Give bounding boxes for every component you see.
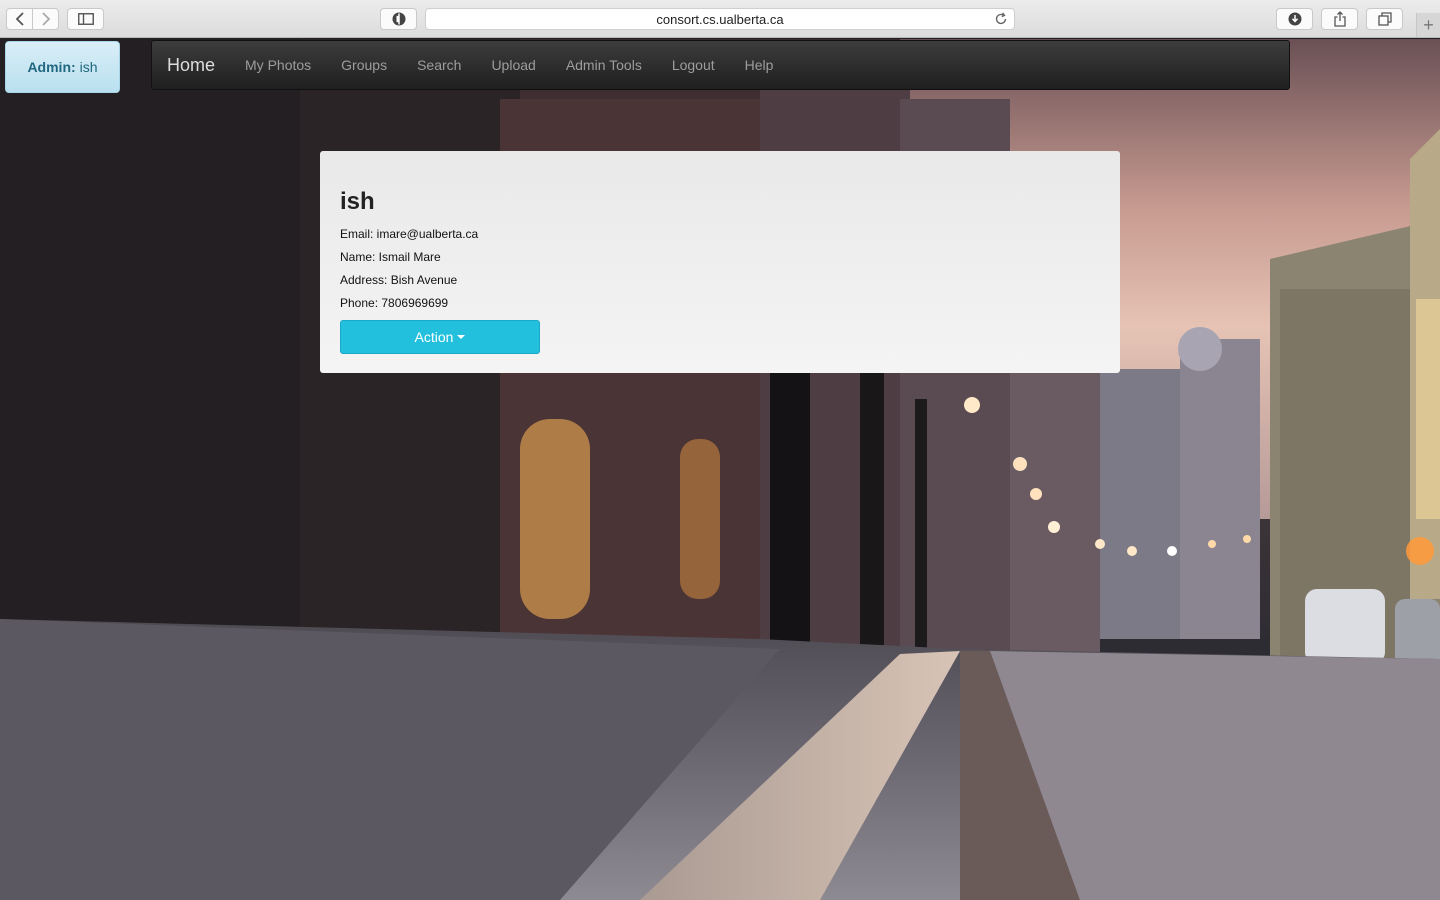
admin-username: ish xyxy=(79,59,98,75)
back-button[interactable] xyxy=(6,8,33,30)
main-navbar: Home My Photos Groups Search Upload Admi… xyxy=(151,40,1290,90)
downloads-button[interactable] xyxy=(1276,8,1313,30)
nav-link-help[interactable]: Help xyxy=(730,57,789,73)
nav-link-search[interactable]: Search xyxy=(402,57,476,73)
url-text: consort.cs.ualberta.ca xyxy=(656,11,784,27)
profile-panel: ish Email: imare@ualberta.ca Name: Ismai… xyxy=(320,151,1120,373)
browser-toolbar: consort.cs.ualberta.ca + xyxy=(0,0,1440,38)
address-bar[interactable]: consort.cs.ualberta.ca xyxy=(425,8,1015,30)
action-label: Action xyxy=(414,329,454,345)
share-icon xyxy=(1333,11,1346,27)
forward-button[interactable] xyxy=(32,8,59,30)
admin-label: Admin: xyxy=(27,59,76,75)
nav-link-logout[interactable]: Logout xyxy=(657,57,730,73)
plus-icon: + xyxy=(1423,14,1434,35)
share-button[interactable] xyxy=(1321,8,1358,30)
profile-address: Address: Bish Avenue xyxy=(340,273,458,287)
reload-icon[interactable] xyxy=(994,12,1008,26)
profile-username: ish xyxy=(340,188,375,215)
action-dropdown-button[interactable]: Action xyxy=(340,320,540,354)
sidebar-toggle-button[interactable] xyxy=(67,8,104,30)
profile-email: Email: imare@ualberta.ca xyxy=(340,227,479,241)
show-tabs-button[interactable] xyxy=(1366,8,1403,30)
privacy-button[interactable] xyxy=(380,8,417,30)
nav-link-upload[interactable]: Upload xyxy=(476,57,550,73)
nav-link-admin-tools[interactable]: Admin Tools xyxy=(551,57,657,73)
nav-link-my-photos[interactable]: My Photos xyxy=(230,57,326,73)
nav-home-brand[interactable]: Home xyxy=(152,55,230,76)
chevron-right-icon xyxy=(41,12,50,26)
caret-down-icon xyxy=(457,335,466,339)
sidebar-icon xyxy=(77,13,94,25)
download-icon xyxy=(1288,12,1301,26)
shield-icon xyxy=(392,12,405,26)
admin-badge[interactable]: Admin: ish xyxy=(5,41,120,93)
nav-link-groups[interactable]: Groups xyxy=(326,57,402,73)
profile-name: Name: Ismail Mare xyxy=(340,250,441,264)
chevron-left-icon xyxy=(15,12,24,26)
profile-phone: Phone: 7806969699 xyxy=(340,296,449,310)
new-tab-button[interactable]: + xyxy=(1416,13,1440,37)
tabs-icon xyxy=(1377,12,1392,26)
